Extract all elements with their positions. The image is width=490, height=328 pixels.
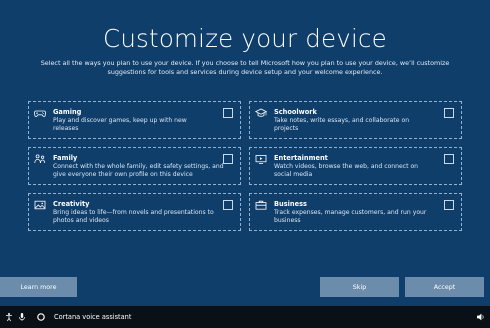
skip-button[interactable]: Skip [320, 277, 399, 297]
entertainment-checkbox[interactable] [444, 154, 454, 164]
image-icon [34, 199, 46, 211]
option-entertainment[interactable]: Entertainment Watch videos, browse the w… [249, 147, 462, 185]
option-name: Entertainment [274, 154, 328, 162]
option-name: Gaming [53, 108, 82, 116]
option-description: Watch videos, browse the web, and connec… [274, 163, 419, 178]
option-business[interactable]: Business Track expenses, manage customer… [249, 193, 462, 231]
option-name: Creativity [53, 200, 90, 208]
option-schoolwork[interactable]: Schoolwork Take notes, write essays, and… [249, 101, 462, 139]
graduation-cap-icon [255, 107, 267, 119]
briefcase-icon [255, 199, 267, 211]
business-checkbox[interactable] [444, 200, 454, 210]
family-checkbox[interactable] [223, 154, 233, 164]
creativity-checkbox[interactable] [223, 200, 233, 210]
option-description: Bring ideas to life—from novels and pres… [53, 209, 214, 224]
learn-more-button[interactable]: Learn more [0, 277, 77, 297]
option-name: Business [274, 200, 307, 208]
option-creativity[interactable]: Creativity Bring ideas to life—from nove… [28, 193, 241, 231]
page-title: Customize your device [103, 24, 387, 53]
taskbar: Cortana voice assistant [0, 306, 490, 328]
accept-button[interactable]: Accept [405, 277, 484, 297]
option-name: Schoolwork [274, 108, 317, 116]
option-description: Play and discover games, keep up with ne… [53, 117, 187, 132]
page-subtitle: Select all the ways you plan to use your… [40, 59, 450, 76]
volume-icon[interactable] [476, 312, 486, 322]
schoolwork-checkbox[interactable] [444, 108, 454, 118]
option-name: Family [53, 154, 78, 162]
video-icon [255, 153, 267, 165]
microphone-icon[interactable] [17, 312, 27, 322]
gaming-checkbox[interactable] [223, 108, 233, 118]
family-icon [34, 153, 46, 165]
option-description: Take notes, write essays, and collaborat… [274, 117, 410, 132]
option-description: Track expenses, manage customers, and ru… [274, 209, 427, 224]
accessibility-icon[interactable] [4, 312, 14, 322]
option-gaming[interactable]: Gaming Play and discover games, keep up … [28, 101, 241, 139]
option-description: Connect with the whole family, edit safe… [53, 163, 224, 178]
cortana-label: Cortana voice assistant [54, 313, 132, 321]
option-family[interactable]: Family Connect with the whole family, ed… [28, 147, 241, 185]
gamepad-icon [34, 107, 46, 119]
cortana-icon[interactable] [36, 312, 46, 322]
